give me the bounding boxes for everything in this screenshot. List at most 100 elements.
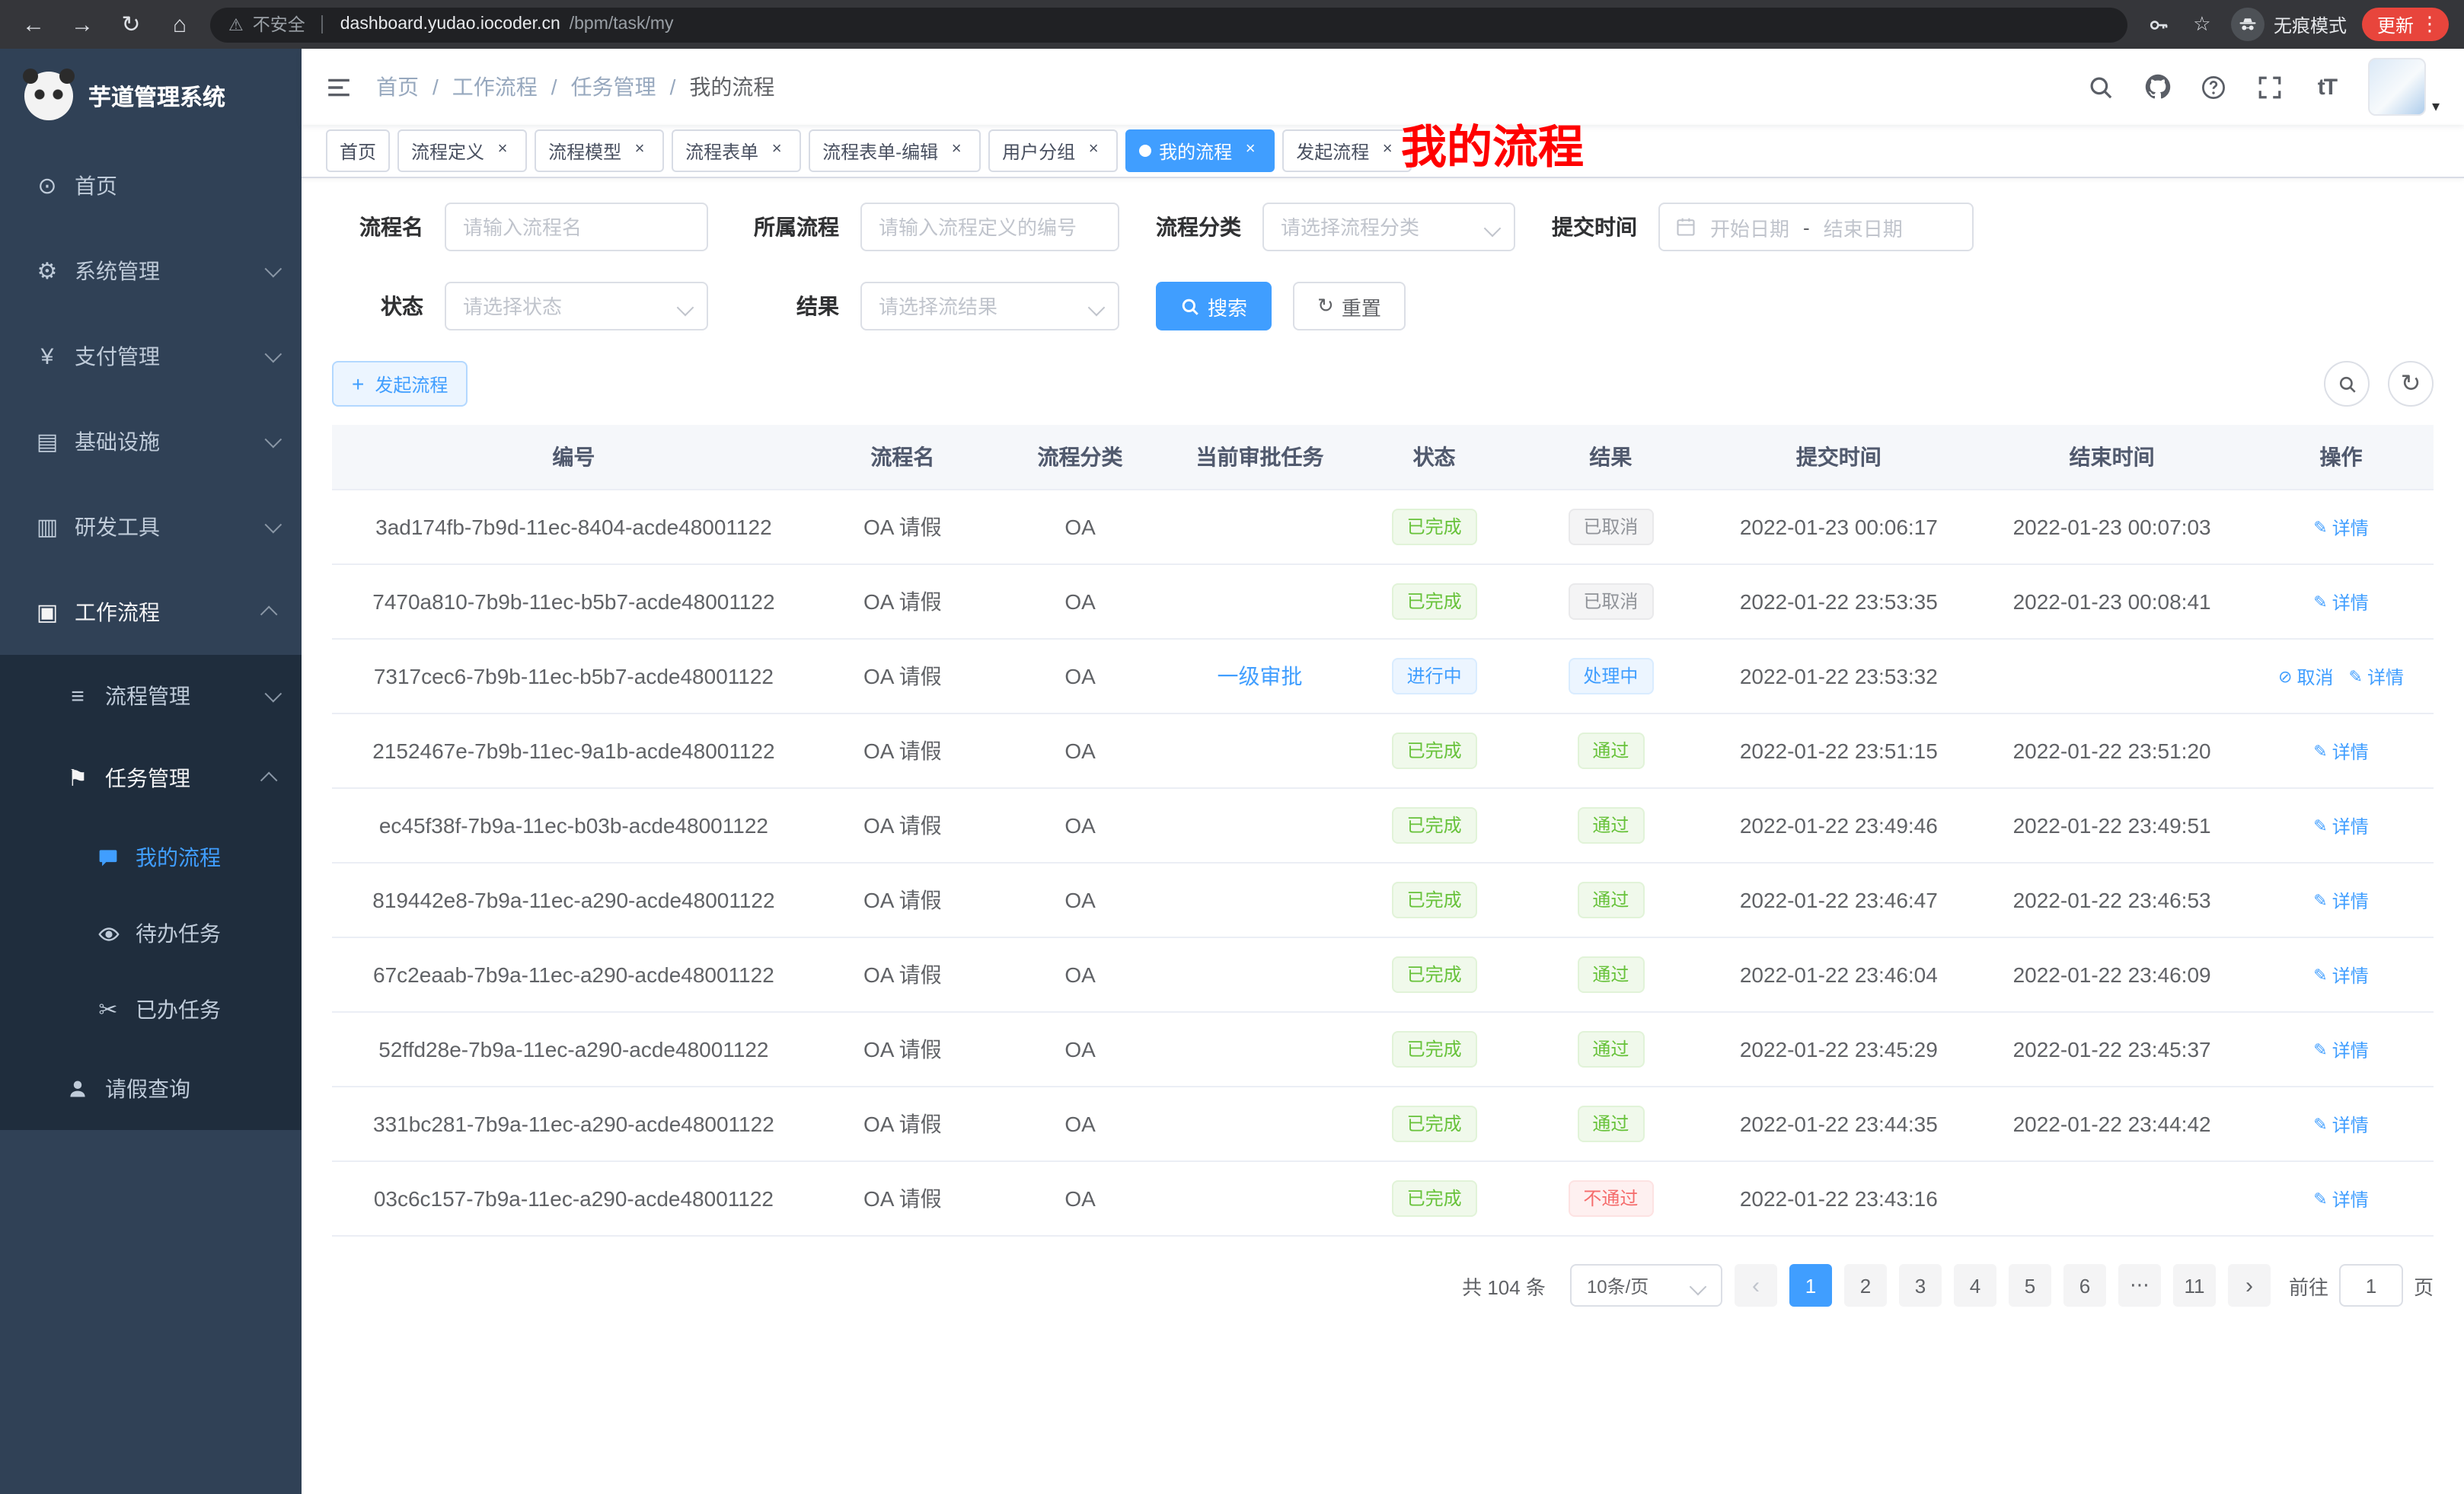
detail-link[interactable]: ✎详情 bbox=[2313, 888, 2368, 914]
browser-forward-button[interactable]: → bbox=[64, 6, 101, 43]
detail-link[interactable]: ✎详情 bbox=[2313, 739, 2368, 765]
prev-page-button[interactable]: ‹ bbox=[1735, 1264, 1777, 1307]
search-icon[interactable] bbox=[2086, 72, 2117, 102]
sidebar-item-todo-tasks[interactable]: 待办任务 bbox=[0, 895, 302, 972]
category-select-input[interactable] bbox=[1262, 203, 1515, 251]
date-range-picker[interactable]: 开始日期 - 结束日期 bbox=[1658, 203, 1974, 251]
app-window: 芋道管理系统 ⊙ 首页 ⚙ 系统管理 ¥ 支付管理 ▤ bbox=[0, 49, 2464, 1494]
process-name-input[interactable] bbox=[445, 203, 708, 251]
page-button[interactable]: 1 bbox=[1789, 1264, 1832, 1307]
fullscreen-icon[interactable] bbox=[2255, 72, 2286, 102]
tab-process-model[interactable]: 流程模型 bbox=[535, 129, 664, 172]
current-task-link[interactable]: 一级审批 bbox=[1218, 661, 1303, 691]
page-button[interactable]: 3 bbox=[1899, 1264, 1942, 1307]
next-page-button[interactable]: › bbox=[2228, 1264, 2271, 1307]
detail-link[interactable]: ✎详情 bbox=[2313, 962, 2368, 988]
sidebar-item-done-tasks[interactable]: ✂ 已办任务 bbox=[0, 972, 302, 1048]
table-row: 52ffd28e-7b9a-11ec-a290-acde48001122 OA … bbox=[332, 1012, 2434, 1087]
close-icon[interactable] bbox=[1083, 140, 1104, 161]
status-badge: 进行中 bbox=[1392, 658, 1477, 694]
sidebar-item-workflow[interactable]: ▣ 工作流程 bbox=[0, 570, 302, 655]
detail-link[interactable]: ✎详情 bbox=[2313, 1112, 2368, 1138]
bookmark-star-icon[interactable]: ☆ bbox=[2188, 11, 2216, 38]
page-button[interactable]: 6 bbox=[2063, 1264, 2106, 1307]
total-count: 共 104 条 bbox=[1462, 1271, 1546, 1300]
sidebar-item-infrastructure[interactable]: ▤ 基础设施 bbox=[0, 399, 302, 484]
detail-link[interactable]: ✎详情 bbox=[2313, 1037, 2368, 1063]
search-button[interactable]: 搜索 bbox=[1156, 282, 1272, 330]
edit-icon: ✎ bbox=[2313, 816, 2327, 836]
page-button[interactable]: 5 bbox=[2009, 1264, 2051, 1307]
close-icon[interactable] bbox=[629, 140, 650, 161]
process-definition-input[interactable] bbox=[860, 203, 1119, 251]
tab-process-form-edit[interactable]: 流程表单-编辑 bbox=[809, 129, 981, 172]
help-icon[interactable] bbox=[2199, 72, 2229, 102]
sidebar-item-process-management[interactable]: ≡ 流程管理 bbox=[0, 655, 302, 737]
edit-icon: ✎ bbox=[2313, 1189, 2327, 1209]
github-icon[interactable] bbox=[2143, 72, 2173, 102]
browser-menu-icon[interactable]: ⋮ bbox=[2420, 12, 2440, 37]
close-icon[interactable] bbox=[492, 140, 513, 161]
browser-reload-button[interactable]: ↻ bbox=[113, 6, 149, 43]
sidebar-item-system[interactable]: ⚙ 系统管理 bbox=[0, 228, 302, 314]
page-button[interactable]: 11 bbox=[2173, 1264, 2216, 1307]
status-select-input[interactable] bbox=[445, 282, 708, 330]
tab-start-process[interactable]: 发起流程 bbox=[1282, 129, 1412, 172]
chevron-down-icon bbox=[265, 431, 282, 449]
hamburger-icon[interactable] bbox=[326, 74, 352, 100]
tab-user-group[interactable]: 用户分组 bbox=[988, 129, 1118, 172]
toggle-search-button[interactable] bbox=[2324, 361, 2370, 407]
sidebar-item-payment[interactable]: ¥ 支付管理 bbox=[0, 314, 302, 399]
avatar[interactable] bbox=[2368, 58, 2426, 116]
tab-process-definition[interactable]: 流程定义 bbox=[397, 129, 527, 172]
end-date-placeholder[interactable]: 结束日期 bbox=[1824, 212, 1903, 241]
result-badge: 通过 bbox=[1577, 807, 1644, 844]
status-select[interactable] bbox=[445, 282, 708, 330]
table-row: 03c6c157-7b9a-11ec-a290-acde48001122 OA … bbox=[332, 1161, 2434, 1236]
tab-my-process[interactable]: 我的流程 bbox=[1125, 129, 1275, 172]
more-pages-button[interactable]: ⋯ bbox=[2118, 1264, 2161, 1307]
close-icon[interactable] bbox=[1240, 140, 1261, 161]
detail-link[interactable]: ✎详情 bbox=[2313, 515, 2368, 541]
breadcrumb-item[interactable]: 首页 bbox=[376, 72, 452, 102]
sidebar-item-home[interactable]: ⊙ 首页 bbox=[0, 143, 302, 228]
browser-home-button[interactable]: ⌂ bbox=[161, 6, 198, 43]
breadcrumb-item[interactable]: 任务管理 bbox=[571, 72, 690, 102]
table-row: 3ad174fb-7b9d-11ec-8404-acde48001122 OA … bbox=[332, 490, 2434, 564]
close-icon[interactable] bbox=[946, 140, 967, 161]
breadcrumb-item[interactable]: 工作流程 bbox=[452, 72, 571, 102]
page-button[interactable]: 4 bbox=[1954, 1264, 1996, 1307]
detail-link[interactable]: ✎详情 bbox=[2349, 664, 2404, 690]
detail-link[interactable]: ✎详情 bbox=[2313, 589, 2368, 615]
sidebar-item-task-management[interactable]: ⚑ 任务管理 bbox=[0, 737, 302, 819]
person-icon bbox=[61, 1078, 94, 1100]
start-date-placeholder[interactable]: 开始日期 bbox=[1710, 212, 1789, 241]
reset-button[interactable]: ↻ 重置 bbox=[1293, 282, 1406, 330]
sidebar-item-devtools[interactable]: ▥ 研发工具 bbox=[0, 484, 302, 570]
start-process-button[interactable]: 发起流程 bbox=[332, 361, 468, 407]
result-select[interactable] bbox=[860, 282, 1119, 330]
result-select-input[interactable] bbox=[860, 282, 1119, 330]
address-bar[interactable]: ⚠ 不安全 dashboard.yudao.iocoder.cn/bpm/tas… bbox=[210, 7, 2127, 42]
font-size-icon[interactable]: tT bbox=[2312, 72, 2342, 102]
sidebar-item-leave-query[interactable]: 请假查询 bbox=[0, 1048, 302, 1130]
goto-prefix: 前往 bbox=[2289, 1271, 2328, 1300]
cancel-link[interactable]: ⊘取消 bbox=[2278, 664, 2333, 690]
close-icon[interactable] bbox=[1377, 140, 1398, 161]
category-select[interactable] bbox=[1262, 203, 1515, 251]
page-button[interactable]: 2 bbox=[1844, 1264, 1887, 1307]
password-key-icon[interactable] bbox=[2146, 11, 2173, 38]
user-menu[interactable]: ▾ bbox=[2368, 58, 2440, 116]
tab-process-form[interactable]: 流程表单 bbox=[672, 129, 801, 172]
refresh-table-button[interactable]: ↻ bbox=[2388, 361, 2434, 407]
tab-home[interactable]: 首页 bbox=[326, 129, 390, 172]
browser-back-button[interactable]: ← bbox=[15, 6, 52, 43]
detail-link[interactable]: ✎详情 bbox=[2313, 813, 2368, 839]
update-button[interactable]: 更新 ⋮ bbox=[2362, 8, 2449, 41]
page-size-select[interactable]: 10条/页 bbox=[1570, 1264, 1722, 1307]
sidebar-item-my-process[interactable]: 我的流程 bbox=[0, 819, 302, 895]
security-label[interactable]: 不安全 bbox=[253, 12, 305, 37]
close-icon[interactable] bbox=[766, 140, 787, 161]
detail-link[interactable]: ✎详情 bbox=[2313, 1186, 2368, 1212]
goto-page-input[interactable] bbox=[2339, 1264, 2403, 1307]
